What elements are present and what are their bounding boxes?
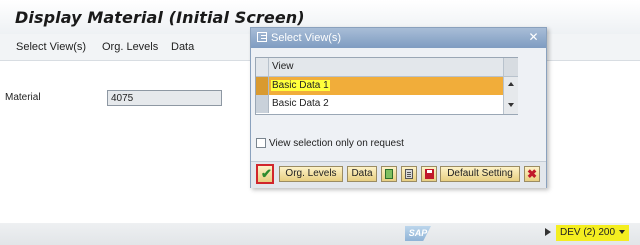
view-name: Basic Data 1	[271, 80, 330, 91]
table-row[interactable]: Basic Data 2	[256, 95, 503, 113]
select-views-button[interactable]: Select View(s)	[16, 41, 86, 53]
view-selection-label: View selection only on request	[269, 138, 404, 149]
page-title: Display Material (Initial Screen)	[15, 8, 305, 27]
scroll-down-icon[interactable]	[508, 103, 514, 107]
checkmark-icon: ✔	[261, 166, 272, 181]
dialog-title-bar: Select View(s) ✕	[251, 28, 546, 48]
view-selection-option[interactable]: View selection only on request	[256, 138, 404, 149]
save-button[interactable]	[421, 166, 437, 182]
view-selection-checkbox[interactable]	[256, 138, 266, 149]
select-all-button[interactable]	[381, 166, 397, 182]
column-header-view: View	[272, 61, 294, 72]
material-field[interactable]: 4075	[107, 90, 222, 106]
data-button[interactable]: Data	[171, 41, 194, 53]
chevron-down-icon	[619, 230, 626, 235]
save-icon	[425, 169, 434, 179]
deselect-all-icon	[405, 169, 413, 179]
row-selector[interactable]	[256, 95, 269, 113]
confirm-button[interactable]: ✔	[256, 164, 274, 184]
cancel-icon: ✖	[526, 167, 538, 181]
select-views-dialog: Select View(s) ✕ View Basic Data 1 Basic…	[250, 27, 547, 188]
system-status-text: DEV (2) 200	[560, 227, 616, 238]
dialog-window-icon	[257, 32, 267, 42]
status-bar	[0, 223, 640, 245]
view-name: Basic Data 2	[272, 98, 329, 109]
table-scrollbar[interactable]	[503, 58, 518, 114]
dialog-button-bar: ✔ Org. Levels Data Default Setting ✖	[251, 161, 546, 188]
column-settings-corner[interactable]	[504, 58, 518, 77]
play-icon[interactable]	[545, 228, 551, 236]
select-all-icon	[385, 169, 393, 179]
select-all-rows-cell[interactable]	[256, 58, 269, 76]
scroll-up-icon[interactable]	[508, 82, 514, 86]
views-table: View Basic Data 1 Basic Data 2	[255, 57, 518, 115]
close-icon[interactable]: ✕	[527, 31, 540, 44]
table-row[interactable]: Basic Data 1	[256, 77, 503, 95]
org-levels-button[interactable]: Org. Levels	[102, 41, 158, 53]
deselect-all-button[interactable]	[401, 166, 417, 182]
row-selector[interactable]	[256, 77, 269, 95]
default-setting-button[interactable]: Default Setting	[440, 166, 520, 182]
table-header: View	[256, 58, 503, 77]
cancel-button[interactable]: ✖	[524, 166, 540, 182]
org-levels-dialog-button[interactable]: Org. Levels	[279, 166, 343, 182]
system-status[interactable]: DEV (2) 200	[556, 225, 630, 241]
data-dialog-button[interactable]: Data	[347, 166, 377, 182]
dialog-title: Select View(s)	[271, 32, 342, 44]
material-label: Material	[5, 92, 41, 103]
